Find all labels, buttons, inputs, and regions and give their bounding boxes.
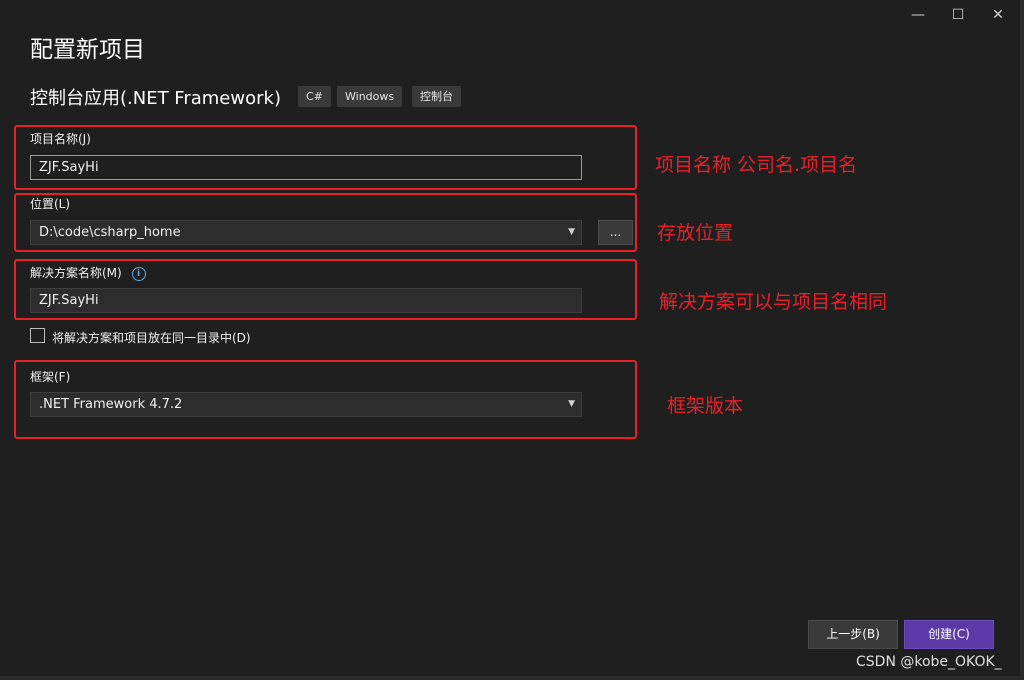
- minimize-button[interactable]: —: [906, 4, 930, 26]
- tag-project-type: 控制台: [412, 86, 461, 107]
- maximize-button[interactable]: ☐: [946, 4, 970, 26]
- info-icon[interactable]: i: [131, 266, 146, 281]
- annotation-project-name: 项目名称 公司名.项目名: [655, 154, 858, 176]
- close-button[interactable]: ✕: [986, 4, 1010, 26]
- solution-name-value: ZJF.SayHi: [39, 293, 99, 308]
- same-directory-checkbox[interactable]: [30, 328, 45, 343]
- framework-value: .NET Framework 4.7.2: [39, 397, 183, 412]
- close-icon: ✕: [992, 7, 1004, 23]
- chevron-down-icon: ▼: [568, 227, 575, 237]
- page-title: 配置新项目: [30, 37, 145, 63]
- annotation-solution-name: 解决方案可以与项目名相同: [659, 291, 888, 313]
- background-window-edge: [1020, 0, 1024, 680]
- minimize-icon: —: [911, 7, 925, 23]
- solution-name-input[interactable]: ZJF.SayHi: [30, 288, 582, 313]
- project-name-label: 项目名称(J): [30, 132, 91, 146]
- tag-platform: Windows: [337, 86, 403, 107]
- watermark: CSDN @kobe_OKOK_: [856, 654, 1002, 670]
- same-directory-label[interactable]: 将解决方案和项目放在同一目录中(D): [52, 329, 251, 346]
- solution-name-label-row: 解决方案名称(M) i: [30, 264, 146, 281]
- location-value: D:\code\csharp_home: [39, 225, 181, 240]
- tag-language: C#: [298, 86, 331, 107]
- create-button[interactable]: 创建(C): [904, 620, 994, 649]
- annotation-framework: 框架版本: [667, 395, 744, 417]
- location-combo[interactable]: D:\code\csharp_home ▼: [30, 220, 582, 245]
- back-button[interactable]: 上一步(B): [808, 620, 898, 649]
- background-window-bottom-edge: [0, 676, 1024, 680]
- framework-label: 框架(F): [30, 370, 71, 384]
- framework-combo[interactable]: .NET Framework 4.7.2 ▼: [30, 392, 582, 417]
- maximize-icon: ☐: [951, 7, 965, 23]
- solution-name-label: 解决方案名称(M): [30, 266, 122, 280]
- project-name-value: ZJF.SayHi: [39, 160, 99, 175]
- chevron-down-icon: ▼: [568, 399, 575, 409]
- template-name: 控制台应用(.NET Framework): [30, 88, 281, 109]
- project-name-input[interactable]: ZJF.SayHi: [30, 155, 582, 180]
- location-label: 位置(L): [30, 197, 71, 211]
- configure-project-dialog: — ☐ ✕ 配置新项目 控制台应用(.NET Framework) C# Win…: [0, 0, 1020, 676]
- browse-button[interactable]: ...: [598, 220, 633, 245]
- annotation-location: 存放位置: [657, 222, 734, 244]
